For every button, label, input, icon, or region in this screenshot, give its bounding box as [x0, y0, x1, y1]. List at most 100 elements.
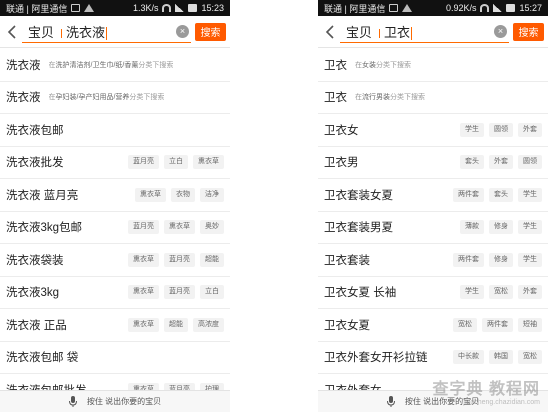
category-hint-name: 孕妇装/孕产妇用品/营养: [55, 94, 130, 102]
category-hint-suffix: 分类下搜索: [376, 61, 411, 69]
clear-icon[interactable]: ×: [176, 24, 189, 38]
suggestion-tag[interactable]: 薄款: [460, 220, 484, 235]
suggestion-tag[interactable]: 学生: [518, 220, 542, 235]
suggestion-row[interactable]: 洗衣液批发 蓝月亮 立白 熏衣草: [0, 147, 230, 179]
suggestion-term: 洗衣液: [6, 92, 41, 105]
suggestion-tag[interactable]: 宽松: [518, 350, 542, 365]
battery-icon: [506, 4, 516, 12]
text-cursor: [411, 26, 413, 40]
category-hint[interactable]: 在孕妇装/孕产妇用品/营养分类下搜索: [49, 92, 165, 102]
suggestion-tag[interactable]: 蓝月亮: [128, 220, 159, 235]
suggestion-row[interactable]: 洗衣液袋装 熏衣草 蓝月亮 超能: [0, 244, 230, 277]
suggestion-tag[interactable]: 高浓度: [193, 317, 224, 332]
suggestion-row[interactable]: 卫衣女夏 长袖 学生 宽松 外套: [318, 277, 548, 309]
suggestion-row[interactable]: 洗衣液 在洗护清洁剂/卫生巾/纸/香薰分类下搜索: [0, 49, 230, 82]
suggestion-tag[interactable]: 奥妙: [200, 220, 224, 235]
search-input[interactable]: 宝贝 洗衣液 ×: [22, 21, 191, 43]
suggestion-row[interactable]: 卫衣套装 两件套 修身 学生: [318, 244, 548, 277]
suggestion-tag[interactable]: 外套: [489, 155, 513, 170]
category-hint-suffix: 分类下搜索: [138, 61, 174, 69]
suggestion-tag[interactable]: 学生: [518, 187, 542, 202]
suggestion-tag[interactable]: 修身: [489, 220, 513, 235]
suggestion-term: 卫衣套装: [324, 254, 370, 267]
suggestion-tag[interactable]: 两件套: [482, 317, 513, 332]
clear-icon[interactable]: ×: [494, 24, 507, 38]
category-hint-prefix: 在: [355, 94, 362, 102]
suggestion-tag[interactable]: 圆领: [489, 122, 513, 137]
suggestion-term: 洗衣液 正品: [6, 319, 67, 332]
suggestion-row[interactable]: 卫衣外套女开衫拉链 中长款 韩国 宽松: [318, 342, 548, 374]
status-bar: 联通 | 阿里通信 1.3K/s 15:23: [0, 0, 230, 16]
signal-icon: [175, 4, 185, 12]
search-scope-label[interactable]: 宝贝: [346, 25, 372, 40]
suggestion-row[interactable]: 卫衣套装女夏 两件套 套头 学生: [318, 179, 548, 212]
category-hint[interactable]: 在女装分类下搜索: [355, 60, 411, 70]
suggestion-tag[interactable]: 蓝月亮: [164, 252, 195, 267]
suggestion-tag[interactable]: 熏衣草: [128, 317, 159, 332]
suggestion-row[interactable]: 卫衣男 套头 外套 圆领: [318, 147, 548, 179]
suggestion-tag[interactable]: 洁净: [200, 187, 224, 202]
suggestion-tag[interactable]: 熏衣草: [128, 285, 159, 300]
suggestion-row[interactable]: 洗衣液包邮: [0, 114, 230, 147]
category-hint-name: 流行男装: [362, 94, 390, 102]
suggestion-tag[interactable]: 宽松: [489, 285, 513, 300]
status-bar: 联通 | 阿里通信 0.92K/s 15:27: [318, 0, 548, 16]
suggestion-tag[interactable]: 套头: [489, 187, 513, 202]
suggestion-tag[interactable]: 两件套: [453, 252, 484, 267]
suggestion-tag[interactable]: 衣物: [171, 187, 195, 202]
voice-search-bar[interactable]: 按住 说出你要的宝贝: [0, 390, 230, 412]
battery-icon: [188, 4, 198, 12]
suggestion-row[interactable]: 卫衣套装男夏 薄款 修身 学生: [318, 212, 548, 244]
suggestion-tag[interactable]: 两件套: [453, 187, 484, 202]
suggestion-tag[interactable]: 修身: [489, 252, 513, 267]
microphone-icon: [68, 396, 77, 407]
suggestion-tag[interactable]: 立白: [164, 155, 188, 170]
suggestion-tags: 熏衣草 超能 高浓度: [123, 317, 224, 332]
suggestion-row[interactable]: 卫衣女 学生 圆领 外套: [318, 114, 548, 147]
suggestion-tag[interactable]: 立白: [200, 285, 224, 300]
suggestion-tag[interactable]: 学生: [460, 285, 484, 300]
suggestion-tag[interactable]: 超能: [164, 317, 188, 332]
scope-divider: [379, 28, 381, 38]
clock: 15:23: [201, 3, 224, 13]
search-input[interactable]: 宝贝 卫衣 ×: [340, 21, 509, 43]
suggestion-tags: 中长款 韩国 宽松: [448, 350, 542, 365]
suggestion-tag[interactable]: 宽松: [453, 317, 477, 332]
suggestion-tag[interactable]: 熏衣草: [164, 220, 195, 235]
suggestion-term: 卫衣女夏 长袖: [324, 287, 397, 300]
back-arrow-icon[interactable]: [4, 22, 18, 42]
suggestion-row[interactable]: 洗衣液3kg 熏衣草 蓝月亮 立白: [0, 277, 230, 309]
suggestion-row[interactable]: 卫衣 在女装分类下搜索: [318, 49, 548, 82]
suggestion-tag[interactable]: 学生: [460, 122, 484, 137]
suggestion-row[interactable]: 卫衣女夏 宽松 两件套 短袖: [318, 309, 548, 342]
suggestion-row[interactable]: 卫衣 在流行男装分类下搜索: [318, 82, 548, 114]
suggestion-list: 卫衣 在女装分类下搜索 卫衣 在流行男装分类下搜索 卫衣女 学生 圆领 外套 卫衣男 套头 外套 圆领…: [318, 49, 548, 407]
suggestion-tag[interactable]: 短袖: [518, 317, 542, 332]
suggestion-row[interactable]: 洗衣液 在孕妇装/孕产妇用品/营养分类下搜索: [0, 82, 230, 114]
category-hint[interactable]: 在流行男装分类下搜索: [355, 92, 425, 102]
suggestion-tag[interactable]: 学生: [518, 252, 542, 267]
search-button[interactable]: 搜索: [195, 22, 226, 41]
suggestion-tag[interactable]: 熏衣草: [193, 155, 224, 170]
search-query: 宝贝 卫衣: [346, 22, 413, 41]
back-arrow-icon[interactable]: [322, 22, 336, 42]
suggestion-tag[interactable]: 圆领: [518, 155, 542, 170]
suggestion-tag[interactable]: 蓝月亮: [128, 155, 159, 170]
search-scope-label[interactable]: 宝贝: [28, 25, 54, 40]
suggestion-tag[interactable]: 熏衣草: [135, 187, 166, 202]
suggestion-row[interactable]: 洗衣液3kg包邮 蓝月亮 熏衣草 奥妙: [0, 212, 230, 244]
suggestion-tag[interactable]: 外套: [518, 285, 542, 300]
suggestion-row[interactable]: 洗衣液包邮 袋: [0, 342, 230, 374]
suggestion-row[interactable]: 洗衣液 蓝月亮 熏衣草 衣物 洁净: [0, 179, 230, 212]
category-hint[interactable]: 在洗护清洁剂/卫生巾/纸/香薰分类下搜索: [49, 60, 174, 70]
suggestion-term: 卫衣套装男夏: [324, 222, 393, 235]
suggestion-tag[interactable]: 套头: [460, 155, 484, 170]
suggestion-tag[interactable]: 熏衣草: [128, 252, 159, 267]
suggestion-tag[interactable]: 外套: [518, 122, 542, 137]
suggestion-tag[interactable]: 蓝月亮: [164, 285, 195, 300]
search-button[interactable]: 搜索: [513, 22, 544, 41]
suggestion-tag[interactable]: 中长款: [453, 350, 484, 365]
suggestion-tag[interactable]: 超能: [200, 252, 224, 267]
suggestion-row[interactable]: 洗衣液 正品 熏衣草 超能 高浓度: [0, 309, 230, 342]
suggestion-tag[interactable]: 韩国: [489, 350, 513, 365]
